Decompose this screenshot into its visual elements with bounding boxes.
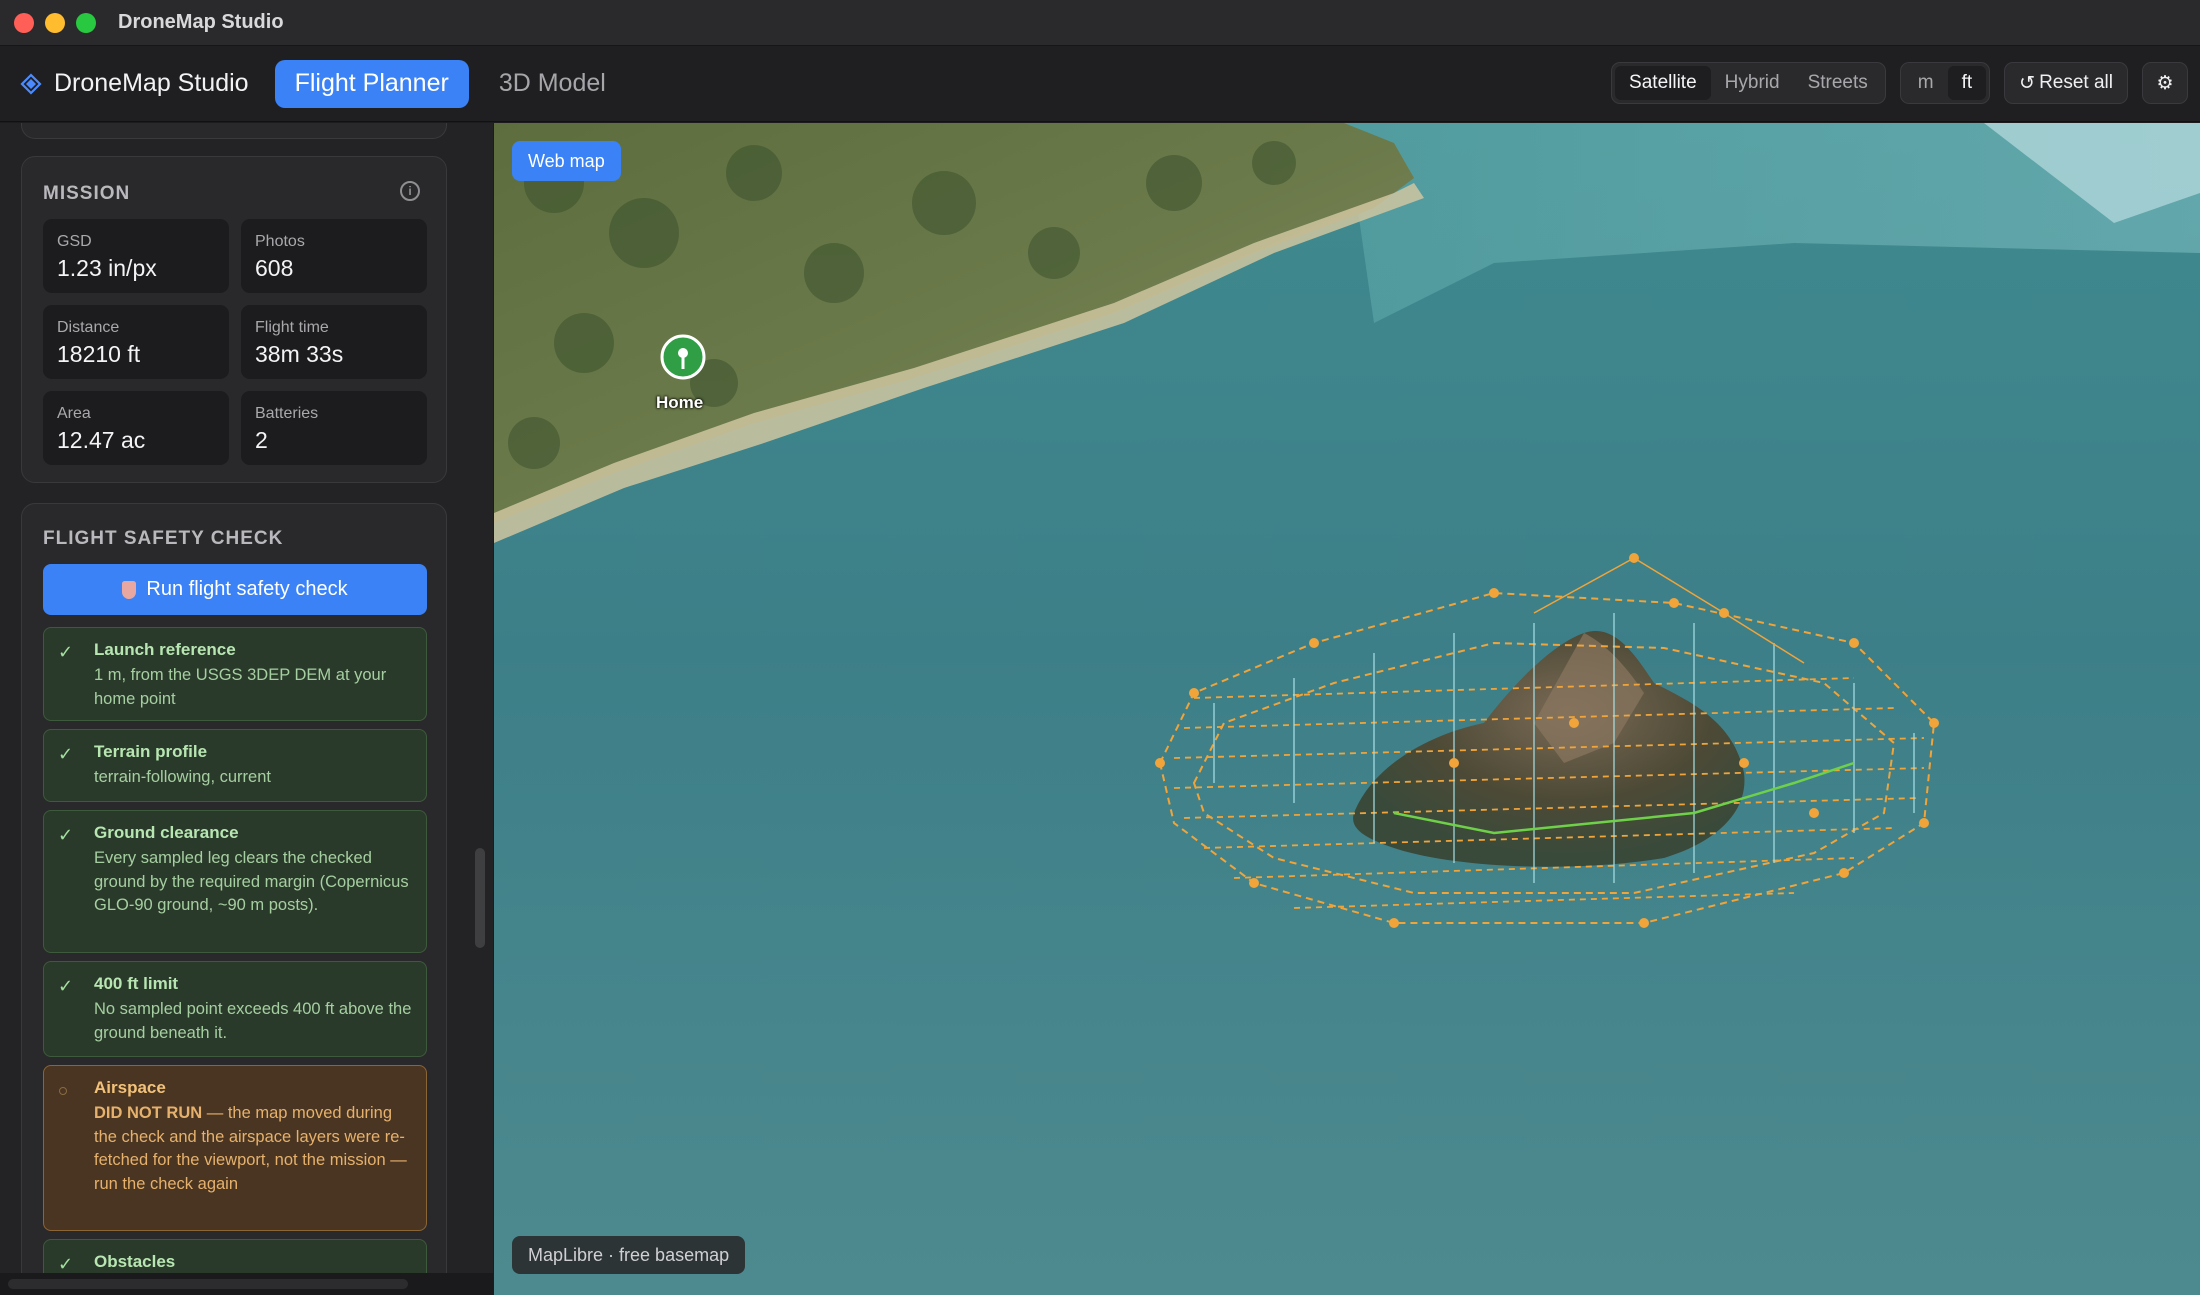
check-title: Terrain profile [94,742,208,761]
check-body: 1 m, from the USGS 3DEP DEM at your home… [94,666,387,708]
stat-value: 18210 ft [57,341,141,367]
diamond-logo-icon [20,72,42,95]
check-body: Every sampled leg clears the checked gro… [94,849,409,914]
tab-3d-model[interactable]: 3D Model [479,60,626,108]
tab-flight-planner[interactable]: Flight Planner [274,59,469,108]
stat-label: Distance [57,319,120,336]
check-icon: ✓ [58,976,74,996]
stat-value: 608 [255,255,294,281]
pending-icon [59,1087,67,1095]
stat-label: Area [57,405,91,422]
title-bar: DroneMap Studio [0,0,2200,46]
window-controls [14,12,96,33]
check-launch-reference: ✓ Launch reference 1 m, from the USGS 3D… [43,627,427,721]
check-icon: ✓ [58,744,74,764]
basemap-satellite[interactable]: Satellite [1615,66,1711,100]
gear-icon: ⚙ [2156,72,2174,94]
check-icon: ✓ [58,642,74,662]
check-airspace: Airspace DID NOT RUN — the map moved dur… [43,1065,427,1231]
check-400ft-limit: ✓ 400 ft limit No sampled point exceeds … [43,961,427,1057]
check-ground-clearance: ✓ Ground clearance Every sampled leg cle… [43,810,427,953]
basemap-streets[interactable]: Streets [1794,66,1882,100]
map-attribution[interactable]: MapLibre · free basemap [512,1236,746,1274]
check-body: terrain-following, current [94,768,271,786]
app-header: DroneMap Studio Flight Planner 3D Model … [0,46,2200,122]
stat-area: Area 12.47 ac [43,391,229,465]
minimize-window-button[interactable] [45,12,65,33]
run-safety-check-button[interactable]: Run flight safety check [43,564,427,615]
stat-label: Batteries [255,405,319,422]
stat-value: 12.47 ac [57,427,146,453]
home-marker[interactable] [660,334,706,380]
reset-icon: ↺ [2019,72,2036,94]
check-title: Obstacles [94,1252,176,1271]
satellite-3d-scene [494,123,2200,1295]
unit-meters[interactable]: m [1904,66,1948,100]
info-icon[interactable]: i [400,181,420,201]
run-safety-check-label: Run flight safety check [146,578,348,600]
check-body: DID NOT RUN — the map moved during the c… [94,1102,419,1196]
check-title: Launch reference [94,640,236,659]
web-map-button[interactable]: Web map [512,141,621,181]
flight-safety-card: FLIGHT SAFETY CHECK Run flight safety ch… [21,503,447,1295]
basemap-switcher: Satellite Hybrid Streets [1611,62,1886,104]
window-title: DroneMap Studio [118,11,284,33]
reset-all-label: Reset all [2039,72,2113,93]
stat-value: 2 [255,427,268,453]
settings-button[interactable]: ⚙ [2142,62,2188,104]
home-label: Home [656,393,704,412]
basemap-hybrid[interactable]: Hybrid [1711,66,1794,100]
stat-value: 1.23 in/px [57,255,157,281]
unit-feet[interactable]: ft [1947,66,1987,100]
check-title: Ground clearance [94,823,239,842]
stat-batteries: Batteries 2 [241,391,427,465]
stat-flight-time: Flight time 38m 33s [241,305,427,379]
stat-label: Photos [255,233,305,250]
horizontal-scroll-thumb[interactable] [8,1279,408,1289]
brand-name: DroneMap Studio [54,69,249,97]
mission-card: MISSION i GSD 1.23 in/px Photos 608 Dist… [21,156,447,483]
check-body: No sampled point exceeds 400 ft above th… [94,1000,412,1042]
stat-gsd: GSD 1.23 in/px [43,219,229,293]
header-controls: Satellite Hybrid Streets m ft ↺ Reset al… [1611,62,2188,104]
mission-title: MISSION [43,183,131,204]
stat-distance: Distance 18210 ft [43,305,229,379]
shield-icon [122,580,137,599]
close-window-button[interactable] [14,12,34,33]
stat-label: Flight time [255,319,329,336]
stat-label: GSD [57,233,92,250]
check-terrain-profile: ✓ Terrain profile terrain-following, cur… [43,729,427,802]
check-icon: ✓ [58,825,74,845]
check-status-bold: DID NOT RUN [94,1104,203,1122]
sidebar: MISSION i GSD 1.23 in/px Photos 608 Dist… [0,123,493,1295]
flight-safety-title: FLIGHT SAFETY CHECK [43,528,284,549]
check-title: 400 ft limit [94,974,179,993]
stat-photos: Photos 608 [241,219,427,293]
map-view[interactable]: Web map Home MapLibre · free basemap [494,123,2200,1295]
sidebar-scrollbar[interactable] [475,848,485,948]
stat-value: 38m 33s [255,341,344,367]
sidebar-horizontal-scrollbar[interactable] [0,1273,493,1295]
unit-switcher: m ft [1899,62,1991,104]
check-icon: ✓ [58,1254,74,1274]
brand: DroneMap Studio [20,69,249,98]
collapsed-card [21,123,447,139]
reset-all-button[interactable]: ↺ Reset all [2004,62,2128,104]
zoom-window-button[interactable] [76,12,96,33]
check-title: Airspace [94,1078,166,1097]
